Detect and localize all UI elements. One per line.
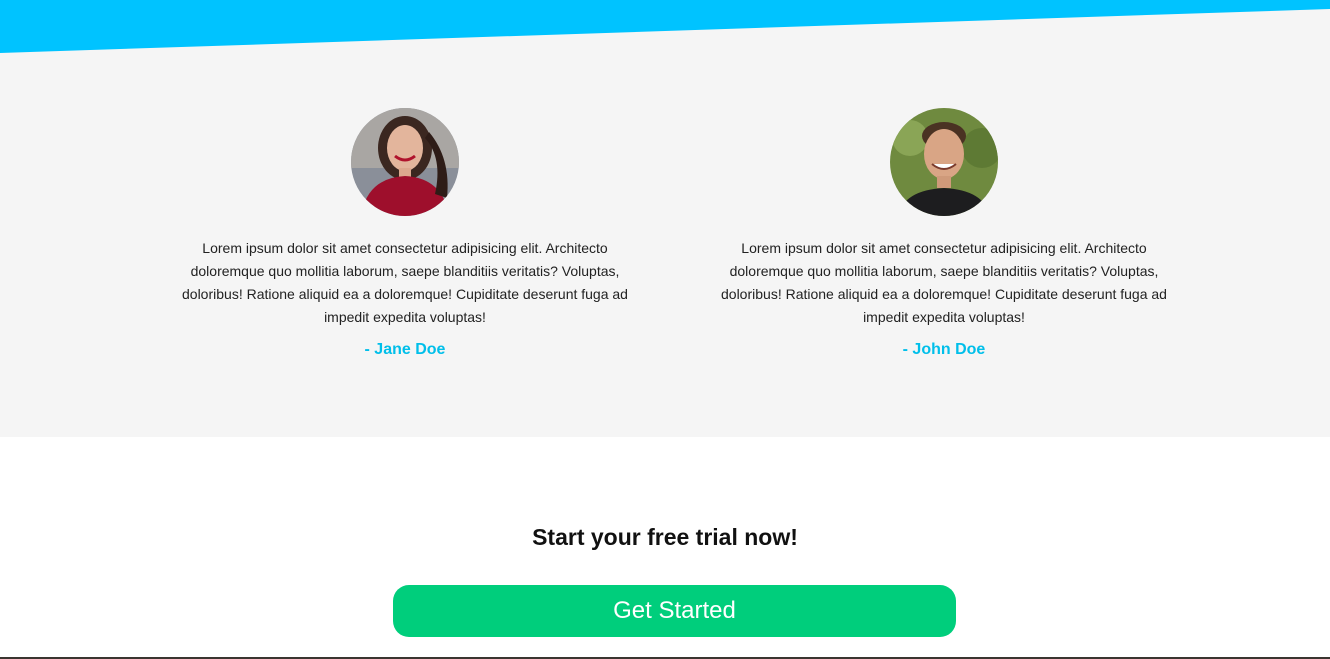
testimonial-quote: Lorem ipsum dolor sit amet consectetur a… xyxy=(721,240,1167,325)
testimonial-quote: Lorem ipsum dolor sit amet consectetur a… xyxy=(182,240,628,325)
avatar xyxy=(890,108,998,216)
header-accent-band xyxy=(0,0,1330,53)
cta-title: Start your free trial now! xyxy=(532,524,798,550)
testimonials-section: Lorem ipsum dolor sit amet consectetur a… xyxy=(0,0,1330,437)
avatar xyxy=(351,108,459,216)
testimonial-card: Lorem ipsum dolor sit amet consectetur a… xyxy=(709,108,1179,359)
testimonial-author: - Jane Doe xyxy=(364,341,446,358)
testimonial-card: Lorem ipsum dolor sit amet consectetur a… xyxy=(170,108,640,359)
woman-portrait-icon xyxy=(351,108,459,216)
get-started-button[interactable]: Get Started xyxy=(393,585,956,637)
page: Lorem ipsum dolor sit amet consectetur a… xyxy=(0,0,1330,659)
testimonial-author: - John Doe xyxy=(902,341,986,358)
man-portrait-icon xyxy=(890,108,998,216)
